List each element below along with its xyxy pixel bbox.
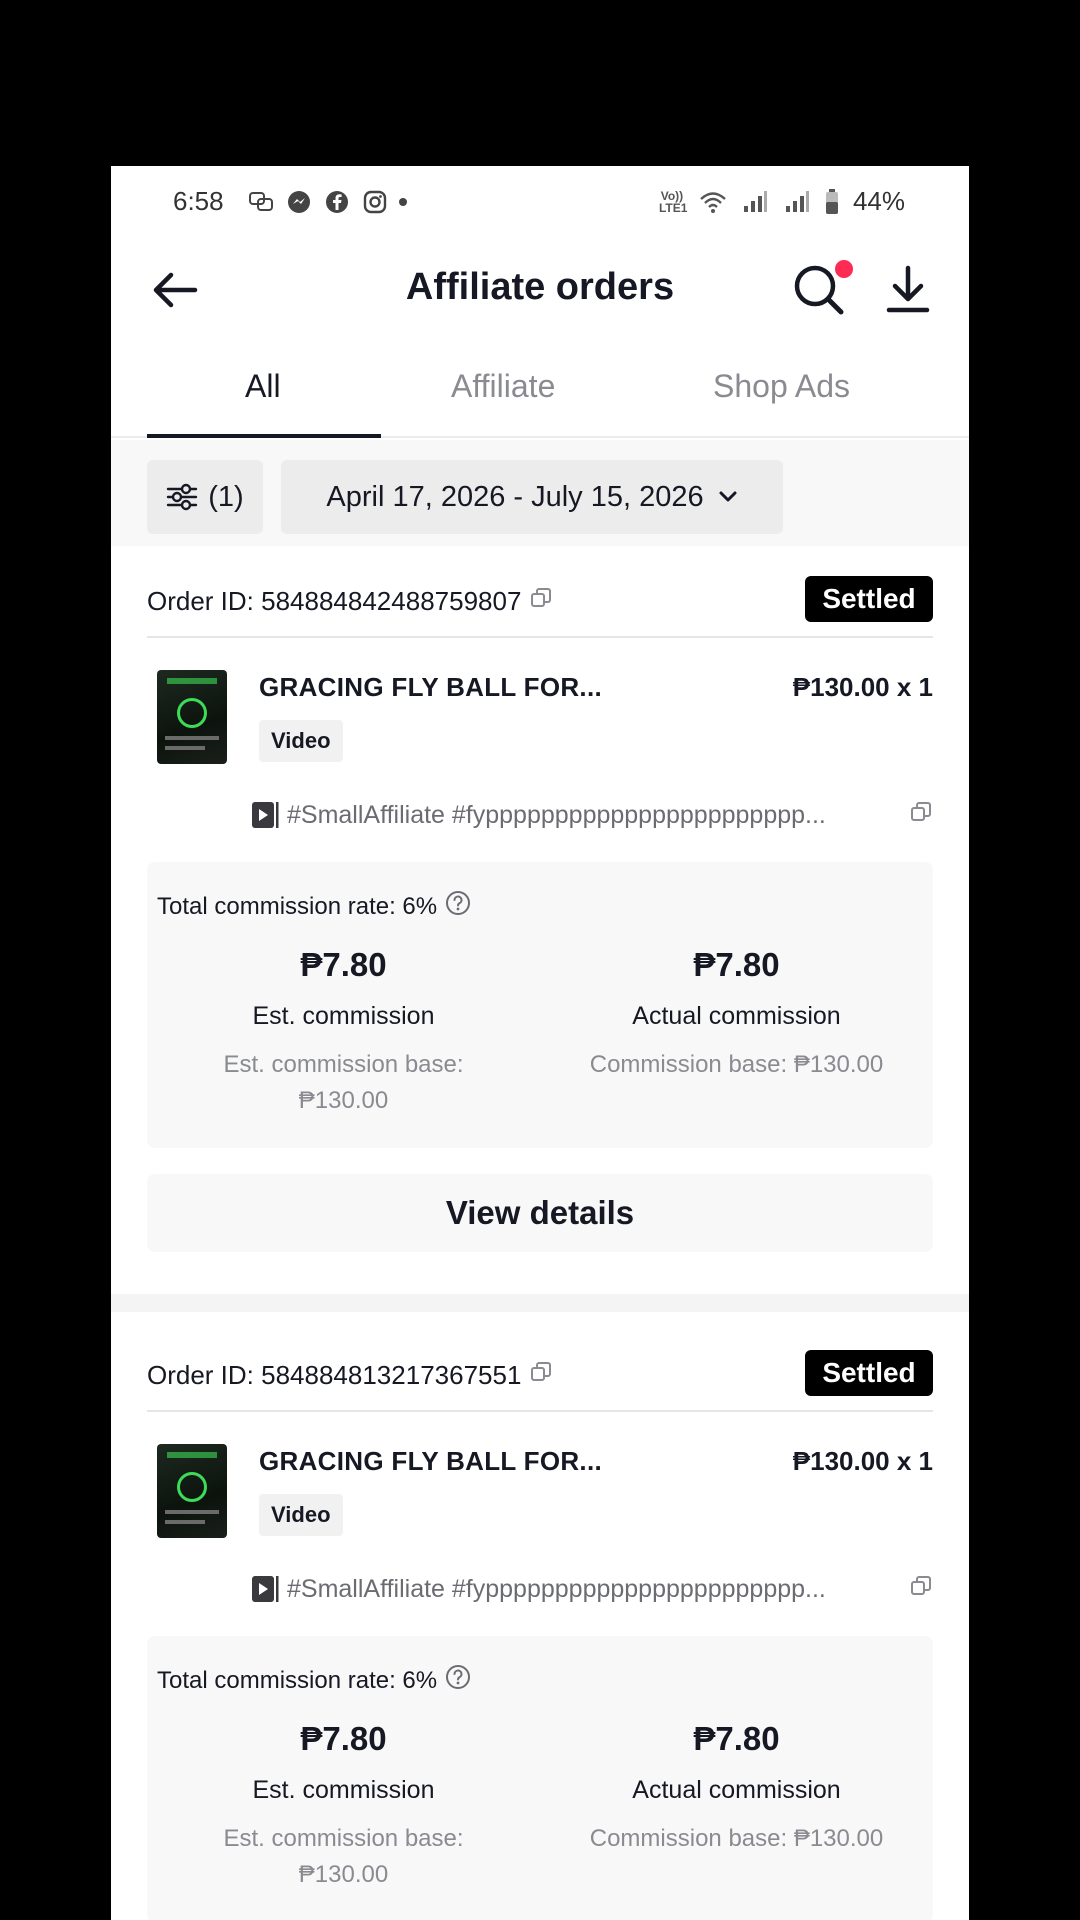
filter-button[interactable]: (1) [147,460,263,534]
notification-icons [247,188,407,216]
actual-commission-amount: ₱7.80 [693,946,780,983]
est-commission-amount: ₱7.80 [300,1720,387,1757]
download-button[interactable] [883,264,933,316]
copy-icon [531,588,552,607]
actual-commission-base: Commission base: ₱130.00 [589,1825,884,1852]
tab-affiliate[interactable]: Affiliate [451,368,555,405]
volte-label: Vo)) LTE1 [658,188,688,215]
copy-icon [911,801,931,821]
tab-shop-ads[interactable]: Shop Ads [713,368,850,405]
commission-panel: Total commission rate: 6% ₱7.80 Est. com… [147,862,933,1148]
video-caption: #SmallAffiliate #fyppppppppppppppppppppp… [287,800,826,829]
chat-icon [247,188,275,216]
app-header: Affiliate orders [111,238,969,342]
est-commission-base-value: ₱130.00 [298,1087,389,1114]
view-details-button[interactable]: View details [147,1174,933,1252]
actual-commission-column: ₱7.80 Actual commission Commission base:… [540,1720,933,1857]
question-circle-icon [446,891,471,915]
instagram-icon [361,188,389,216]
signal-icon [741,188,769,216]
price-quantity: ₱130.00 x 1 [792,1446,933,1476]
notification-badge-dot [835,260,853,278]
video-caption: #SmallAffiliate #fyppppppppppppppppppppp… [287,1574,826,1603]
status-time: 6:58 [173,186,224,216]
price-quantity: ₱130.00 x 1 [792,672,933,702]
status-badge: Settled [805,576,933,622]
divider [147,1410,933,1412]
actual-commission-base: Commission base: ₱130.00 [589,1051,884,1078]
product-name[interactable]: GRACING FLY BALL FOR... [259,1446,602,1477]
order-card: Order ID: 584884813217367551 Settled GRA… [111,1350,969,1920]
est-commission-base-label: Est. commission base: [223,1825,464,1852]
battery-icon [825,188,839,216]
copy-icon [911,1575,931,1595]
order-id-text: Order ID: 584884842488759807 [147,586,522,616]
tab-bar: All Affiliate Shop Ads [111,342,969,438]
order-card: Order ID: 584884842488759807 Settled GRA… [111,576,969,1286]
est-commission-base: Est. commission base: ₱130.00 [147,1821,540,1893]
copy-order-id-button[interactable] [529,1360,553,1391]
filter-bar: (1) April 17, 2026 - July 15, 2026 [111,440,969,546]
filter-count: (1) [208,480,244,513]
help-button[interactable] [445,890,471,923]
copy-video-link-button[interactable] [909,800,933,831]
commission-rate-text: Total commission rate: 6% [157,1666,438,1694]
phone-screen: 6:58 Vo)) LTE1 44% Affiliate orders All … [111,166,969,1920]
copy-icon [531,1362,552,1381]
status-right: Vo)) LTE1 44% [659,186,905,217]
active-tab-indicator [147,434,381,438]
order-id-text: Order ID: 584884813217367551 [147,1360,522,1390]
commission-panel: Total commission rate: 6% ₱7.80 Est. com… [147,1636,933,1920]
copy-order-id-button[interactable] [529,586,553,617]
est-commission-base-value: ₱130.00 [298,1861,389,1888]
commission-rate: Total commission rate: 6% [157,1664,471,1697]
product-name[interactable]: GRACING FLY BALL FOR... [259,672,602,703]
status-bar: 6:58 Vo)) LTE1 44% [111,166,969,238]
tab-all[interactable]: All [245,368,281,405]
est-commission-column: ₱7.80 Est. commission Est. commission ba… [147,1720,540,1893]
order-id: Order ID: 584884842488759807 [147,586,553,617]
battery-percent: 44% [852,186,905,216]
video-play-icon [252,1576,279,1602]
status-badge: Settled [805,1350,933,1396]
actual-commission-label: Actual commission [632,1776,841,1804]
messenger-icon [285,188,313,216]
commission-rate-text: Total commission rate: 6% [157,892,438,920]
more-notifications-dot [399,198,407,206]
sliders-icon [167,483,198,511]
date-range-label: April 17, 2026 - July 15, 2026 [326,480,704,513]
divider [147,636,933,638]
content-type-tag: Video [259,1494,343,1536]
order-id: Order ID: 584884813217367551 [147,1360,553,1391]
facebook-icon [323,188,351,216]
product-thumbnail[interactable] [157,670,227,764]
est-commission-base-label: Est. commission base: [223,1051,464,1078]
actual-commission-amount: ₱7.80 [693,1720,780,1757]
est-commission-label: Est. commission [252,1002,435,1030]
est-commission-column: ₱7.80 Est. commission Est. commission ba… [147,946,540,1119]
video-link-row[interactable]: #SmallAffiliate #fyppppppppppppppppppppp… [251,1572,933,1606]
chevron-down-icon [719,491,737,502]
wifi-icon [699,188,727,216]
download-icon [886,265,930,313]
est-commission-label: Est. commission [252,1776,435,1804]
order-separator [111,1294,969,1312]
video-link-row[interactable]: #SmallAffiliate #fyppppppppppppppppppppp… [251,798,933,832]
content-type-tag: Video [259,720,343,762]
copy-video-link-button[interactable] [909,1574,933,1605]
actual-commission-column: ₱7.80 Actual commission Commission base:… [540,946,933,1083]
video-play-icon [252,802,279,828]
commission-rate: Total commission rate: 6% [157,890,471,923]
est-commission-base: Est. commission base: ₱130.00 [147,1047,540,1119]
date-range-dropdown[interactable]: April 17, 2026 - July 15, 2026 [281,460,783,534]
question-circle-icon [446,1665,471,1689]
help-button[interactable] [445,1664,471,1697]
est-commission-amount: ₱7.80 [300,946,387,983]
signal-2-icon [783,188,811,216]
product-thumbnail[interactable] [157,1444,227,1538]
actual-commission-label: Actual commission [632,1002,841,1030]
